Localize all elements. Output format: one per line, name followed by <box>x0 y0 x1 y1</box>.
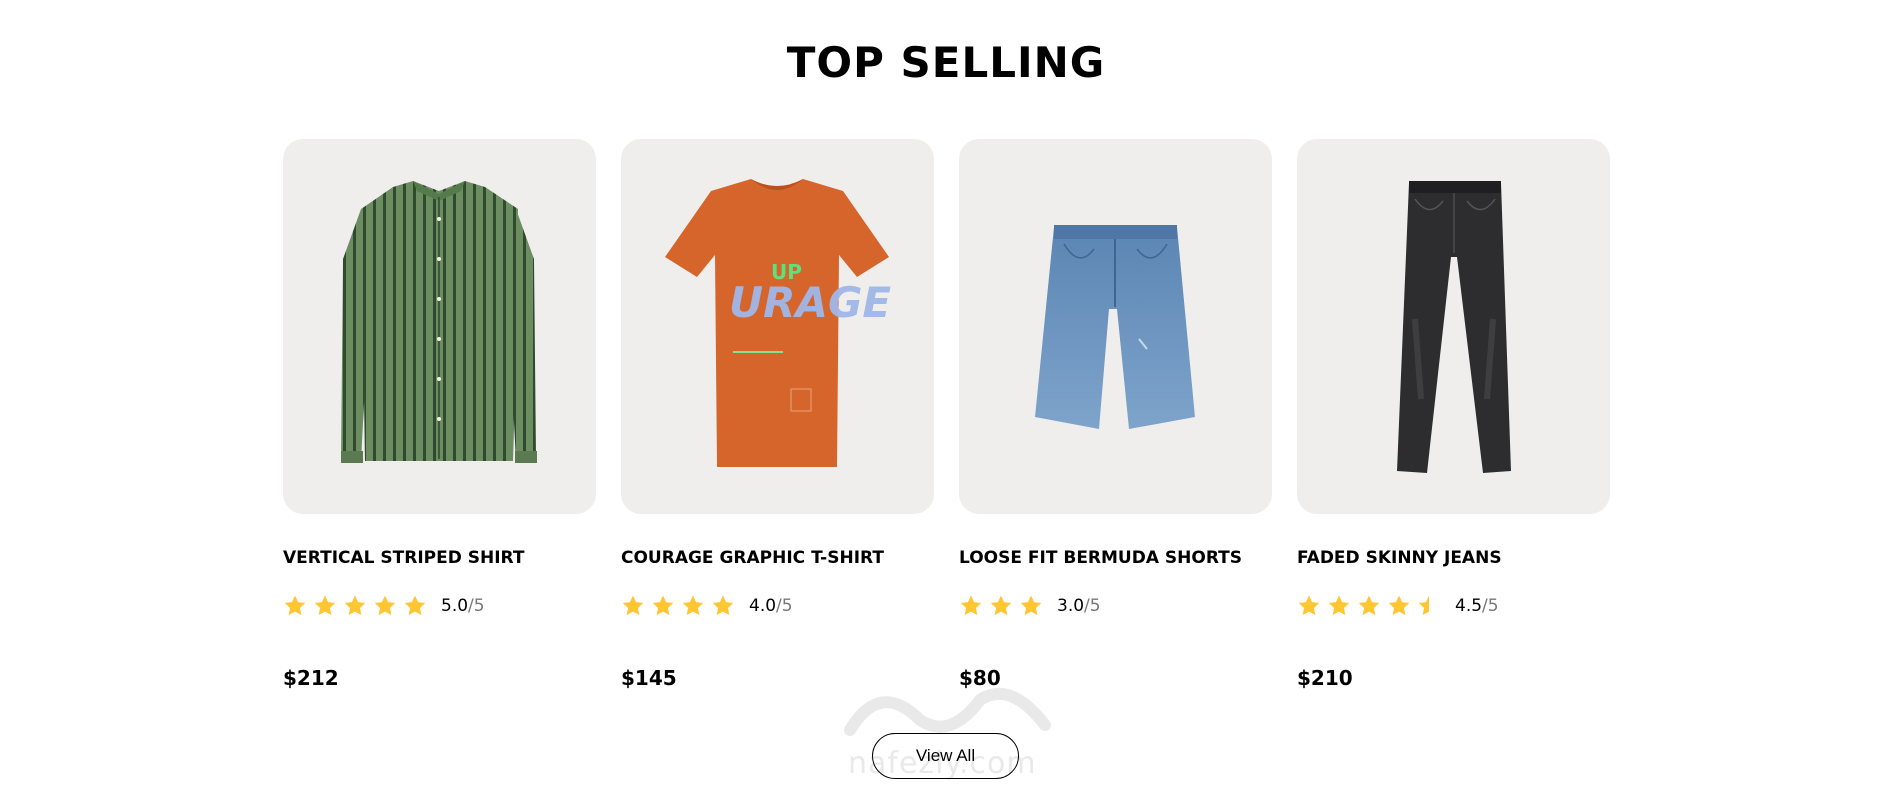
star-rating <box>1297 594 1441 618</box>
rating-text: 4.0/5 <box>749 596 793 616</box>
product-name[interactable]: VERTICAL STRIPED SHIRT <box>283 548 596 568</box>
svg-text:URAGE: URAGE <box>729 278 891 327</box>
star-icon <box>373 594 397 618</box>
star-icon <box>343 594 367 618</box>
top-selling-section: TOP SELLING VERTICAL STRIPED SHIRT 5.0/5… <box>0 0 1892 787</box>
half-star-icon <box>1417 594 1441 618</box>
star-icon <box>711 594 735 618</box>
star-icon <box>1387 594 1411 618</box>
product-rating: 4.0/5 <box>621 594 934 618</box>
star-icon <box>681 594 705 618</box>
product-grid: VERTICAL STRIPED SHIRT 5.0/5 $212 URAGE … <box>283 139 1610 690</box>
star-rating <box>621 594 735 618</box>
star-icon <box>1297 594 1321 618</box>
star-icon <box>621 594 645 618</box>
rating-value: 5.0 <box>441 596 469 616</box>
star-icon <box>1327 594 1351 618</box>
svg-text:UP: UP <box>771 260 802 284</box>
product-image[interactable] <box>1297 139 1610 514</box>
product-rating: 4.5/5 <box>1297 594 1610 618</box>
rating-max: /5 <box>1482 596 1499 616</box>
product-name[interactable]: LOOSE FIT BERMUDA SHORTS <box>959 548 1272 568</box>
product-price: $145 <box>621 666 677 690</box>
product-image[interactable] <box>959 139 1272 514</box>
rating-max: /5 <box>468 596 485 616</box>
rating-max: /5 <box>776 596 793 616</box>
star-rating <box>283 594 427 618</box>
star-icon <box>959 594 983 618</box>
product-card[interactable]: FADED SKINNY JEANS 4.5/5 $210 <box>1297 139 1610 690</box>
orange-graphic-tshirt-icon: URAGE UP <box>665 179 891 467</box>
product-image[interactable] <box>283 139 596 514</box>
product-name[interactable]: COURAGE GRAPHIC T-SHIRT <box>621 548 934 568</box>
green-striped-shirt-icon <box>341 181 537 463</box>
star-icon <box>313 594 337 618</box>
star-rating <box>959 594 1043 618</box>
star-icon <box>403 594 427 618</box>
product-card[interactable]: VERTICAL STRIPED SHIRT 5.0/5 $212 <box>283 139 596 690</box>
rating-text: 4.5/5 <box>1455 596 1499 616</box>
star-icon <box>651 594 675 618</box>
view-all-button[interactable]: View All <box>872 733 1019 779</box>
rating-value: 4.0 <box>749 596 777 616</box>
rating-max: /5 <box>1084 596 1101 616</box>
rating-value: 4.5 <box>1455 596 1483 616</box>
star-icon <box>283 594 307 618</box>
rating-value: 3.0 <box>1057 596 1085 616</box>
star-icon <box>989 594 1013 618</box>
star-icon <box>1019 594 1043 618</box>
rating-text: 3.0/5 <box>1057 596 1101 616</box>
black-skinny-jeans-icon <box>1397 181 1511 473</box>
product-price: $210 <box>1297 666 1353 690</box>
product-card[interactable]: URAGE UP COURAGE GRAPHIC T-SHIRT 4.0/5 $… <box>621 139 934 690</box>
product-name[interactable]: FADED SKINNY JEANS <box>1297 548 1610 568</box>
product-price: $80 <box>959 666 1001 690</box>
section-title: TOP SELLING <box>786 38 1106 87</box>
rating-text: 5.0/5 <box>441 596 485 616</box>
product-price: $212 <box>283 666 339 690</box>
denim-shorts-icon <box>1035 225 1195 429</box>
product-image[interactable]: URAGE UP <box>621 139 934 514</box>
product-card[interactable]: LOOSE FIT BERMUDA SHORTS 3.0/5 $80 <box>959 139 1272 690</box>
product-rating: 5.0/5 <box>283 594 596 618</box>
star-icon <box>1357 594 1381 618</box>
product-rating: 3.0/5 <box>959 594 1272 618</box>
